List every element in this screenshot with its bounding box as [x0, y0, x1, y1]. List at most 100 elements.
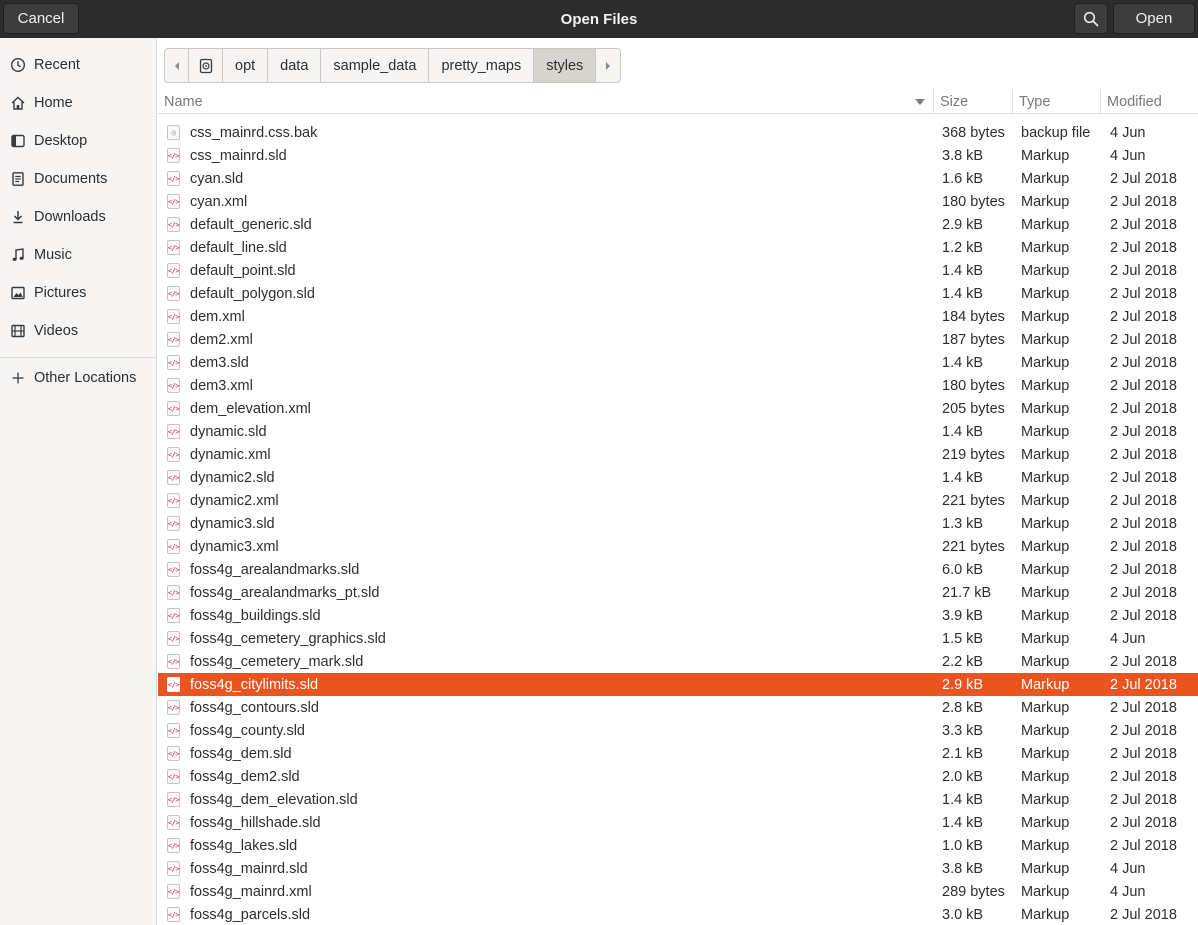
table-row[interactable]: </> foss4g_contours.sld 2.8 kB Markup 2 Jul …: [158, 696, 1198, 719]
file-icon-cell: </>: [167, 420, 181, 443]
markup-file-icon: </>: [167, 447, 180, 462]
file-type: Markup: [1021, 837, 1070, 854]
file-name: default_line.sld: [190, 239, 287, 256]
file-icon-cell: </>: [167, 604, 181, 627]
file-type: Markup: [1021, 722, 1070, 739]
path-forward-button[interactable]: [596, 49, 620, 82]
sidebar-item-home[interactable]: Home: [0, 86, 157, 120]
table-row[interactable]: </> foss4g_buildings.sld 3.9 kB Markup 2 Jul…: [158, 604, 1198, 627]
table-row[interactable]: </> default_generic.sld 2.9 kB Markup 2 Jul …: [158, 213, 1198, 236]
file-name: foss4g_arealandmarks_pt.sld: [190, 584, 380, 601]
path-root-button[interactable]: [189, 49, 223, 82]
file-icon-cell: </>: [167, 857, 181, 880]
table-row[interactable]: </> foss4g_cemetery_mark.sld 2.2 kB Markup 2…: [158, 650, 1198, 673]
table-row-selected[interactable]: </> foss4g_citylimits.sld 2.9 kB Markup 2 Ju…: [158, 673, 1198, 696]
sidebar-item-recent[interactable]: Recent: [0, 48, 157, 82]
search-icon: [1083, 11, 1099, 26]
table-row[interactable]: </> dem3.sld 1.4 kB Markup 2 Jul 2018: [158, 351, 1198, 374]
file-name: dynamic2.xml: [190, 492, 279, 509]
file-modified: 2 Jul 2018: [1110, 170, 1177, 187]
file-size: 3.9 kB: [942, 607, 984, 624]
table-row[interactable]: </> dem2.xml 187 bytes Markup 2 Jul 2018: [158, 328, 1198, 351]
table-row[interactable]: </> dynamic3.xml 221 bytes Markup 2 Jul 2018: [158, 535, 1198, 558]
file-type: Markup: [1021, 768, 1070, 785]
file-size: 180 bytes: [942, 377, 1005, 394]
table-row[interactable]: </> default_polygon.sld 1.4 kB Markup 2 Jul …: [158, 282, 1198, 305]
table-row[interactable]: </> foss4g_county.sld 3.3 kB Markup 2 Jul 20…: [158, 719, 1198, 742]
markup-file-icon: </>: [167, 286, 180, 301]
table-row[interactable]: </> cyan.sld 1.6 kB Markup 2 Jul 2018: [158, 167, 1198, 190]
file-type: Markup: [1021, 216, 1070, 233]
table-row[interactable]: </> dynamic3.sld 1.3 kB Markup 2 Jul 2018: [158, 512, 1198, 535]
file-size: 1.4 kB: [942, 814, 984, 831]
file-name: foss4g_arealandmarks.sld: [190, 561, 360, 578]
file-name: dem2.xml: [190, 331, 253, 348]
file-name: foss4g_mainrd.sld: [190, 860, 308, 877]
sidebar-item-other-locations[interactable]: Other Locations: [0, 361, 157, 395]
file-type: Markup: [1021, 492, 1070, 509]
markup-file-icon: </>: [167, 861, 180, 876]
table-row[interactable]: </> foss4g_dem.sld 2.1 kB Markup 2 Jul 2018: [158, 742, 1198, 765]
path-back-button[interactable]: [165, 49, 189, 82]
sidebar-item-music[interactable]: Music: [0, 238, 157, 272]
file-name: dem3.xml: [190, 377, 253, 394]
file-name: default_polygon.sld: [190, 285, 315, 302]
table-row[interactable]: ◎ css_mainrd.css.bak 368 bytes backup file 4…: [158, 121, 1198, 144]
sidebar-item-pictures[interactable]: Pictures: [0, 276, 157, 310]
sidebar-item-downloads[interactable]: Downloads: [0, 200, 157, 234]
file-name: dynamic.xml: [190, 446, 271, 463]
open-button[interactable]: Open: [1113, 3, 1195, 34]
table-row[interactable]: </> dem.xml 184 bytes Markup 2 Jul 2018: [158, 305, 1198, 328]
table-row[interactable]: </> dynamic.xml 219 bytes Markup 2 Jul 2018: [158, 443, 1198, 466]
table-row[interactable]: </> default_point.sld 1.4 kB Markup 2 Jul 20…: [158, 259, 1198, 282]
table-row[interactable]: </> dem_elevation.xml 205 bytes Markup 2 Jul…: [158, 397, 1198, 420]
table-row[interactable]: </> foss4g_dem_elevation.sld 1.4 kB Markup 2…: [158, 788, 1198, 811]
table-row[interactable]: </> foss4g_hillshade.sld 1.4 kB Markup 2 Jul…: [158, 811, 1198, 834]
table-row[interactable]: </> foss4g_arealandmarks.sld 6.0 kB Markup 2…: [158, 558, 1198, 581]
path-crumb-data[interactable]: data: [268, 49, 322, 82]
markup-file-icon: </>: [167, 355, 180, 370]
table-row[interactable]: </> foss4g_lakes.sld 1.0 kB Markup 2 Jul 201…: [158, 834, 1198, 857]
column-size-header[interactable]: Size: [934, 89, 1013, 114]
file-size: 1.5 kB: [942, 630, 984, 647]
path-crumb-pretty-maps[interactable]: pretty_maps: [429, 49, 535, 82]
sidebar-item-label: Documents: [34, 171, 108, 187]
markup-file-icon: </>: [167, 470, 180, 485]
sidebar-item-label: Downloads: [34, 209, 106, 225]
file-list[interactable]: Name Size Type Modified ◎ css_mainrd.css.…: [158, 89, 1198, 925]
sidebar-item-documents[interactable]: Documents: [0, 162, 157, 196]
sidebar-item-desktop[interactable]: Desktop: [0, 124, 157, 158]
file-modified: 4 Jun: [1110, 147, 1146, 164]
table-row[interactable]: </> dynamic.sld 1.4 kB Markup 2 Jul 2018: [158, 420, 1198, 443]
column-name-header[interactable]: Name: [158, 89, 934, 114]
table-row[interactable]: </> default_line.sld 1.2 kB Markup 2 Jul 201…: [158, 236, 1198, 259]
path-crumb-sample-data[interactable]: sample_data: [321, 49, 430, 82]
file-type: Markup: [1021, 814, 1070, 831]
column-type-header[interactable]: Type: [1013, 89, 1101, 114]
file-icon-cell: </>: [167, 765, 181, 788]
table-row[interactable]: </> dynamic2.xml 221 bytes Markup 2 Jul 2018: [158, 489, 1198, 512]
file-size: 1.4 kB: [942, 469, 984, 486]
file-icon-cell: </>: [167, 236, 181, 259]
cancel-button[interactable]: Cancel: [3, 3, 79, 34]
markup-file-icon: </>: [167, 585, 180, 600]
table-row[interactable]: </> css_mainrd.sld 3.8 kB Markup 4 Jun: [158, 144, 1198, 167]
markup-file-icon: </>: [167, 608, 180, 623]
path-crumb-opt[interactable]: opt: [223, 49, 269, 82]
file-name: foss4g_hillshade.sld: [190, 814, 321, 831]
path-crumb-styles[interactable]: styles: [534, 49, 597, 82]
search-button[interactable]: [1074, 3, 1108, 34]
table-row[interactable]: </> foss4g_cemetery_graphics.sld 1.5 kB Mar…: [158, 627, 1198, 650]
table-row[interactable]: </> foss4g_arealandmarks_pt.sld 21.7 kB Mar…: [158, 581, 1198, 604]
table-row[interactable]: </> foss4g_dem2.sld 2.0 kB Markup 2 Jul 2018: [158, 765, 1198, 788]
table-row[interactable]: </> cyan.xml 180 bytes Markup 2 Jul 2018: [158, 190, 1198, 213]
sidebar-item-videos[interactable]: Videos: [0, 314, 157, 348]
table-row[interactable]: </> foss4g_mainrd.sld 3.8 kB Markup 4 Jun: [158, 857, 1198, 880]
column-modified-header[interactable]: Modified: [1101, 89, 1198, 114]
file-icon-cell: </>: [167, 696, 181, 719]
table-row[interactable]: </> dynamic2.sld 1.4 kB Markup 2 Jul 2018: [158, 466, 1198, 489]
file-type: Markup: [1021, 193, 1070, 210]
table-row[interactable]: </> foss4g_mainrd.xml 289 bytes Markup 4 Jun: [158, 880, 1198, 903]
table-row[interactable]: </> dem3.xml 180 bytes Markup 2 Jul 2018: [158, 374, 1198, 397]
table-row[interactable]: </> foss4g_parcels.sld 3.0 kB Markup 2 Jul 2…: [158, 903, 1198, 925]
